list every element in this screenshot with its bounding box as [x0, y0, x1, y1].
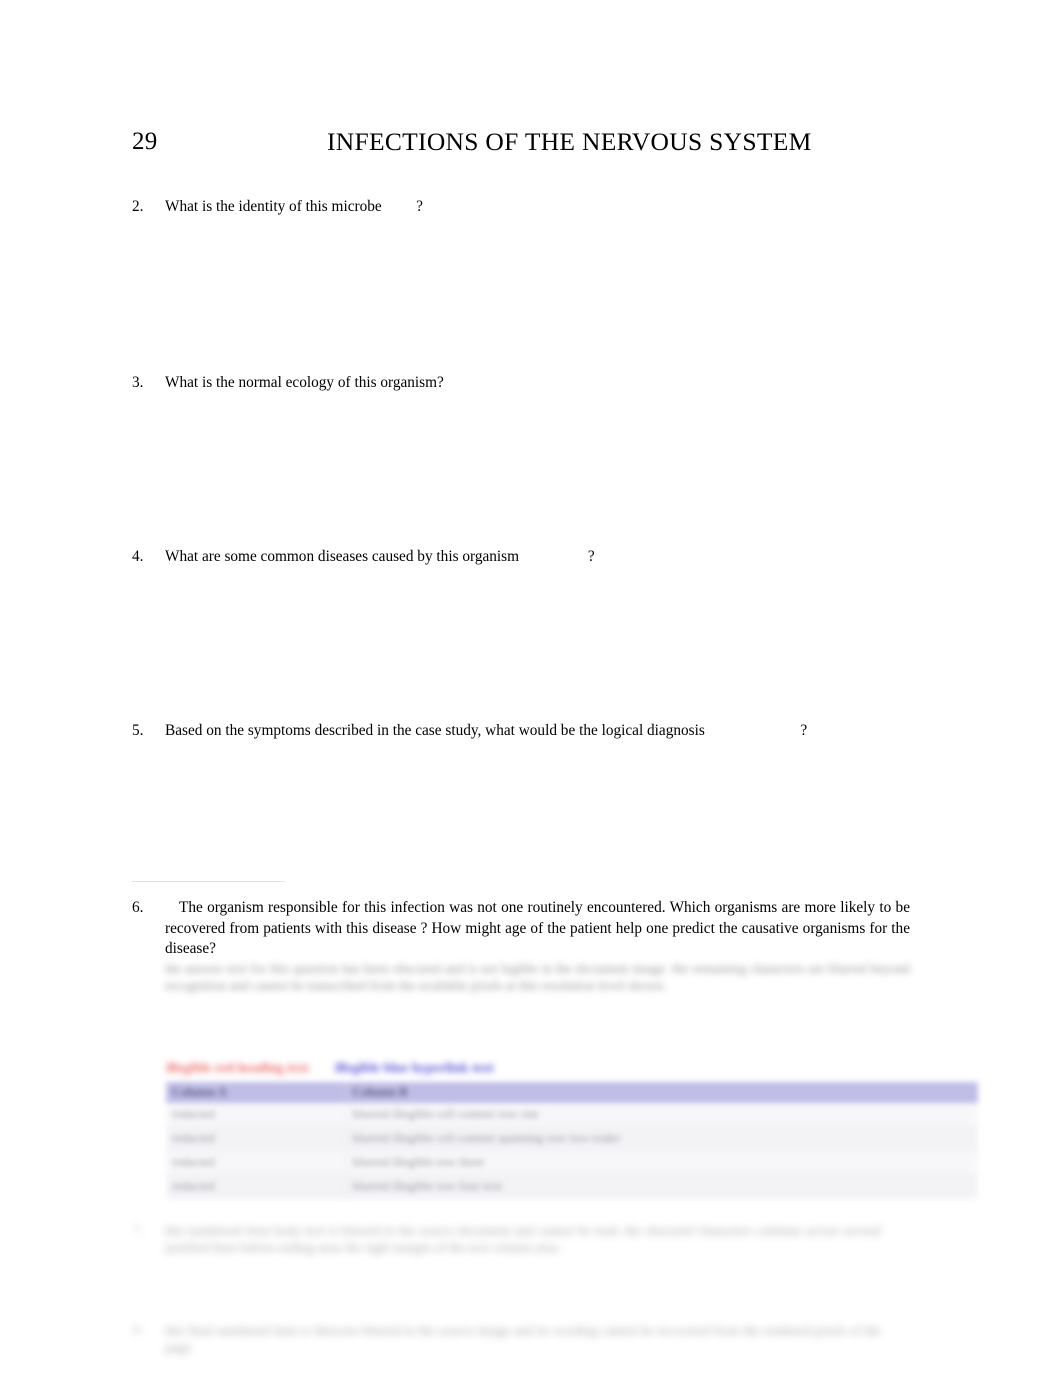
table-cell: redacted [166, 1103, 346, 1127]
horizontal-rule [132, 881, 285, 882]
question-item-2: 2. What is the identity of this microbe … [132, 197, 962, 217]
page-title: INFECTIONS OF THE NERVOUS SYSTEM [327, 127, 812, 156]
table-cell: blurred illegible cell content row one [345, 1103, 978, 1127]
question-number: 4. [132, 548, 144, 565]
table-cell: redacted [166, 1174, 346, 1199]
question-number: 5. [132, 722, 144, 739]
table-row: redacted blurred illegible row four text [166, 1174, 978, 1199]
table-cell: redacted [166, 1150, 346, 1175]
page-number: 29 [132, 128, 158, 155]
question-text: What is the normal ecology of this organ… [165, 374, 444, 391]
question-text: What are some common diseases caused by … [165, 548, 595, 565]
question-number: 2. [132, 198, 144, 215]
table-cell: blurred illegible row three [345, 1150, 978, 1175]
redacted-answer-block-6: the answer text for this question has be… [165, 961, 910, 994]
redacted-item-block-8: this final numbered item is likewise blu… [165, 1323, 881, 1356]
question-text: What is the identity of this microbe ? [165, 198, 423, 215]
question-number: 6. [132, 899, 144, 916]
redacted-caption-line: illegible red heading text illegible blue… [166, 1058, 911, 1078]
table-cell: blurred illegible cell content spanning … [345, 1126, 978, 1151]
question6-body: The organism responsible for this infect… [165, 899, 910, 957]
table-cell: redacted [166, 1126, 346, 1151]
question-item-3: 3. What is the normal ecology of this or… [132, 373, 962, 393]
caption-blue-link: illegible blue hyperlink text [334, 1060, 494, 1075]
table-header-cell: Column A [166, 1082, 346, 1103]
table-row: redacted blurred illegible cell content … [166, 1103, 978, 1127]
question-text: Based on the symptoms described in the c… [165, 722, 808, 739]
redacted-item-number-7: 7. [133, 1223, 144, 1238]
table-header-cell: Column B [345, 1082, 978, 1103]
document-header: 29 INFECTIONS OF THE NERVOUS SYSTEM [132, 125, 932, 165]
question-number: 3. [132, 374, 144, 391]
question-item-6: 6. The organism responsible for this inf… [132, 898, 910, 960]
data-table: Column A Column B redacted blurred illeg… [166, 1082, 978, 1199]
table-header-row: Column A Column B [166, 1082, 978, 1103]
question-text: The organism responsible for this infect… [165, 898, 910, 960]
redacted-item-block-7: this numbered item body text is blurred … [165, 1223, 881, 1256]
caption-red-text: illegible red heading text [166, 1060, 309, 1075]
table-cell: blurred illegible row four text [345, 1174, 978, 1199]
document-page: 29 INFECTIONS OF THE NERVOUS SYSTEM 2. W… [0, 0, 1062, 1377]
table-row: redacted blurred illegible cell content … [166, 1126, 978, 1151]
question-item-4: 4. What are some common diseases caused … [132, 547, 962, 567]
question-item-5: 5. Based on the symptoms described in th… [132, 721, 962, 741]
table-row: redacted blurred illegible row three [166, 1150, 978, 1175]
redacted-item-number-8: 8. [133, 1323, 144, 1338]
